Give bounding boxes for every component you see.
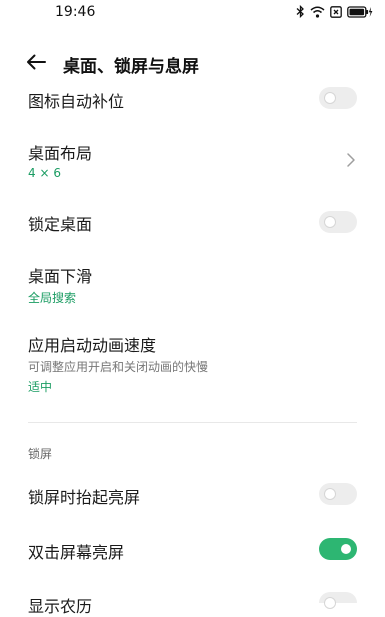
toggle-lock-desktop[interactable] (319, 211, 357, 233)
toggle-double-tap-wake[interactable] (319, 538, 357, 560)
section-header-lock-screen: 锁屏 (28, 447, 53, 461)
setting-label-swipe-down: 桌面下滑 (28, 267, 93, 286)
chevron-right-icon[interactable] (345, 152, 357, 168)
section-divider (28, 422, 357, 423)
toggle-raise-to-wake[interactable] (319, 483, 357, 505)
top-app-bar: 桌面、锁屏与息屏 (0, 44, 385, 84)
page-title: 桌面、锁屏与息屏 (63, 57, 199, 77)
toggle-knob (325, 489, 335, 499)
toggle-knob (325, 93, 335, 103)
toggle-show-calendar[interactable] (319, 592, 357, 608)
setting-label-raise-to-wake: 锁屏时抬起亮屏 (28, 488, 141, 507)
setting-value-desktop-layout: 4 × 6 (28, 166, 61, 180)
status-bar: 19:46 (0, 0, 385, 26)
status-icons (296, 5, 373, 18)
screenshot-icon (330, 5, 342, 18)
toggle-knob (325, 217, 335, 227)
toggle-knob (341, 544, 351, 554)
setting-label-animation-speed: 应用启动动画速度 (28, 336, 157, 355)
setting-value-swipe-down: 全局搜索 (28, 291, 77, 305)
setting-label-icon-autofill: 图标自动补位 (28, 92, 125, 111)
setting-value-animation-speed: 适中 (28, 380, 53, 394)
wifi-icon (310, 6, 325, 18)
toggle-icon-autofill[interactable] (319, 87, 357, 109)
toggle-knob (325, 598, 335, 608)
setting-label-double-tap-wake: 双击屏幕亮屏 (28, 543, 125, 562)
bluetooth-icon (296, 5, 305, 18)
setting-label-show-calendar: 显示农历 (28, 597, 93, 616)
battery-charging-icon (347, 5, 373, 18)
setting-desc-animation-speed: 可调整应用开启和关闭动画的快慢 (28, 360, 209, 374)
back-button[interactable] (22, 50, 50, 78)
setting-label-desktop-layout: 桌面布局 (28, 144, 93, 163)
setting-label-lock-desktop: 锁定桌面 (28, 215, 93, 234)
status-time: 19:46 (55, 4, 96, 20)
back-arrow-icon (26, 54, 46, 74)
